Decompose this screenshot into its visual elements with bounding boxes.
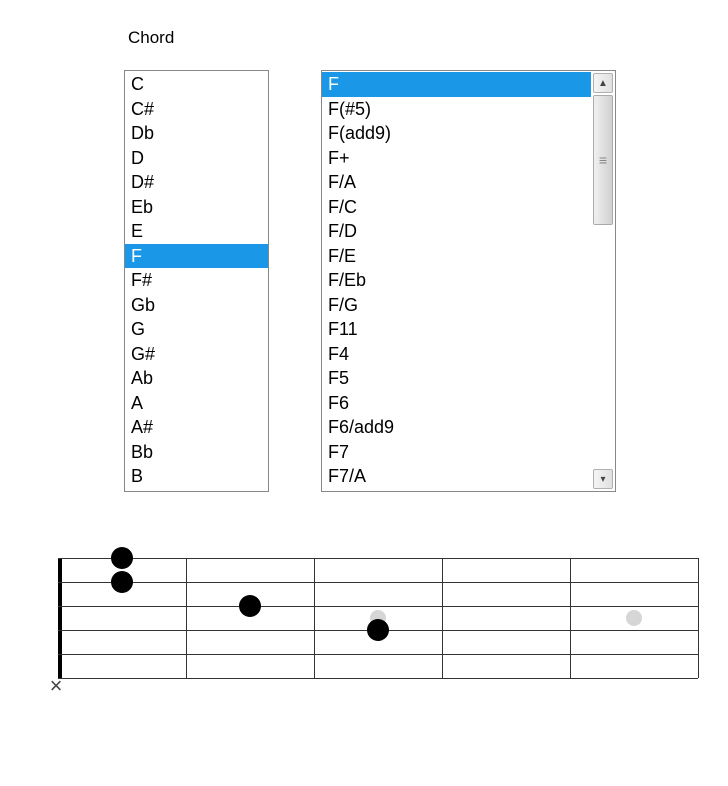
list-item[interactable]: D: [125, 146, 268, 171]
scrollbar[interactable]: ▲ ▾: [593, 73, 613, 489]
list-item[interactable]: C#: [125, 97, 268, 122]
list-item[interactable]: C: [125, 72, 268, 97]
list-item[interactable]: F/C: [322, 195, 591, 220]
list-item[interactable]: Bb: [125, 440, 268, 465]
fretboard-diagram: ×: [58, 558, 698, 703]
nut: [58, 558, 62, 678]
list-item[interactable]: F+: [322, 146, 591, 171]
string-line: [58, 654, 698, 655]
chord-variation-list-content: FF(#5)F(add9)F+F/AF/CF/DF/EF/EbF/GF11F4F…: [322, 71, 615, 490]
list-item[interactable]: F/E: [322, 244, 591, 269]
list-item[interactable]: A#: [125, 415, 268, 440]
finger-dot: [239, 595, 261, 617]
list-item[interactable]: F: [322, 72, 591, 97]
list-item[interactable]: E: [125, 219, 268, 244]
list-item[interactable]: Ab: [125, 366, 268, 391]
list-item[interactable]: F: [125, 244, 268, 269]
list-item[interactable]: F/A: [322, 170, 591, 195]
list-item[interactable]: F7: [322, 440, 591, 465]
list-item[interactable]: A: [125, 391, 268, 416]
list-item[interactable]: F#: [125, 268, 268, 293]
fret-line: [442, 558, 443, 678]
list-item[interactable]: F4: [322, 342, 591, 367]
root-note-listbox[interactable]: CC#DbDD#EbEFF#GbGG#AbAA#BbB: [124, 70, 269, 492]
list-item[interactable]: F(#5): [322, 97, 591, 122]
finger-dot: [111, 571, 133, 593]
string-line: [58, 582, 698, 583]
root-note-list-content: CC#DbDD#EbEFF#GbGG#AbAA#BbB: [125, 71, 268, 490]
list-item[interactable]: F/Eb: [322, 268, 591, 293]
list-item[interactable]: Gb: [125, 293, 268, 318]
list-item[interactable]: F7/A: [322, 464, 591, 489]
finger-dot: [111, 547, 133, 569]
chord-label: Chord: [128, 28, 174, 48]
scroll-up-button[interactable]: ▲: [593, 73, 613, 93]
scrollbar-thumb[interactable]: [593, 95, 613, 225]
mute-icon: ×: [50, 673, 63, 699]
finger-dot: [367, 619, 389, 641]
list-item[interactable]: G: [125, 317, 268, 342]
list-item[interactable]: F5: [322, 366, 591, 391]
list-item[interactable]: Db: [125, 121, 268, 146]
list-item[interactable]: F/D: [322, 219, 591, 244]
list-item[interactable]: B: [125, 464, 268, 489]
string-line: [58, 606, 698, 607]
chord-variation-listbox[interactable]: FF(#5)F(add9)F+F/AF/CF/DF/EF/EbF/GF11F4F…: [321, 70, 616, 492]
list-item[interactable]: F/G: [322, 293, 591, 318]
list-item[interactable]: Eb: [125, 195, 268, 220]
list-item[interactable]: F(add9): [322, 121, 591, 146]
scrollbar-track[interactable]: [593, 95, 613, 467]
string-line: [58, 558, 698, 559]
list-item[interactable]: D#: [125, 170, 268, 195]
list-item[interactable]: F6: [322, 391, 591, 416]
fret-line: [698, 558, 699, 678]
list-item[interactable]: G#: [125, 342, 268, 367]
inlay-marker: [626, 610, 642, 626]
list-item[interactable]: F11: [322, 317, 591, 342]
fret-line: [570, 558, 571, 678]
list-item[interactable]: F6/add9: [322, 415, 591, 440]
string-line: [58, 678, 698, 679]
fret-line: [314, 558, 315, 678]
fret-line: [186, 558, 187, 678]
scroll-down-button[interactable]: ▾: [593, 469, 613, 489]
